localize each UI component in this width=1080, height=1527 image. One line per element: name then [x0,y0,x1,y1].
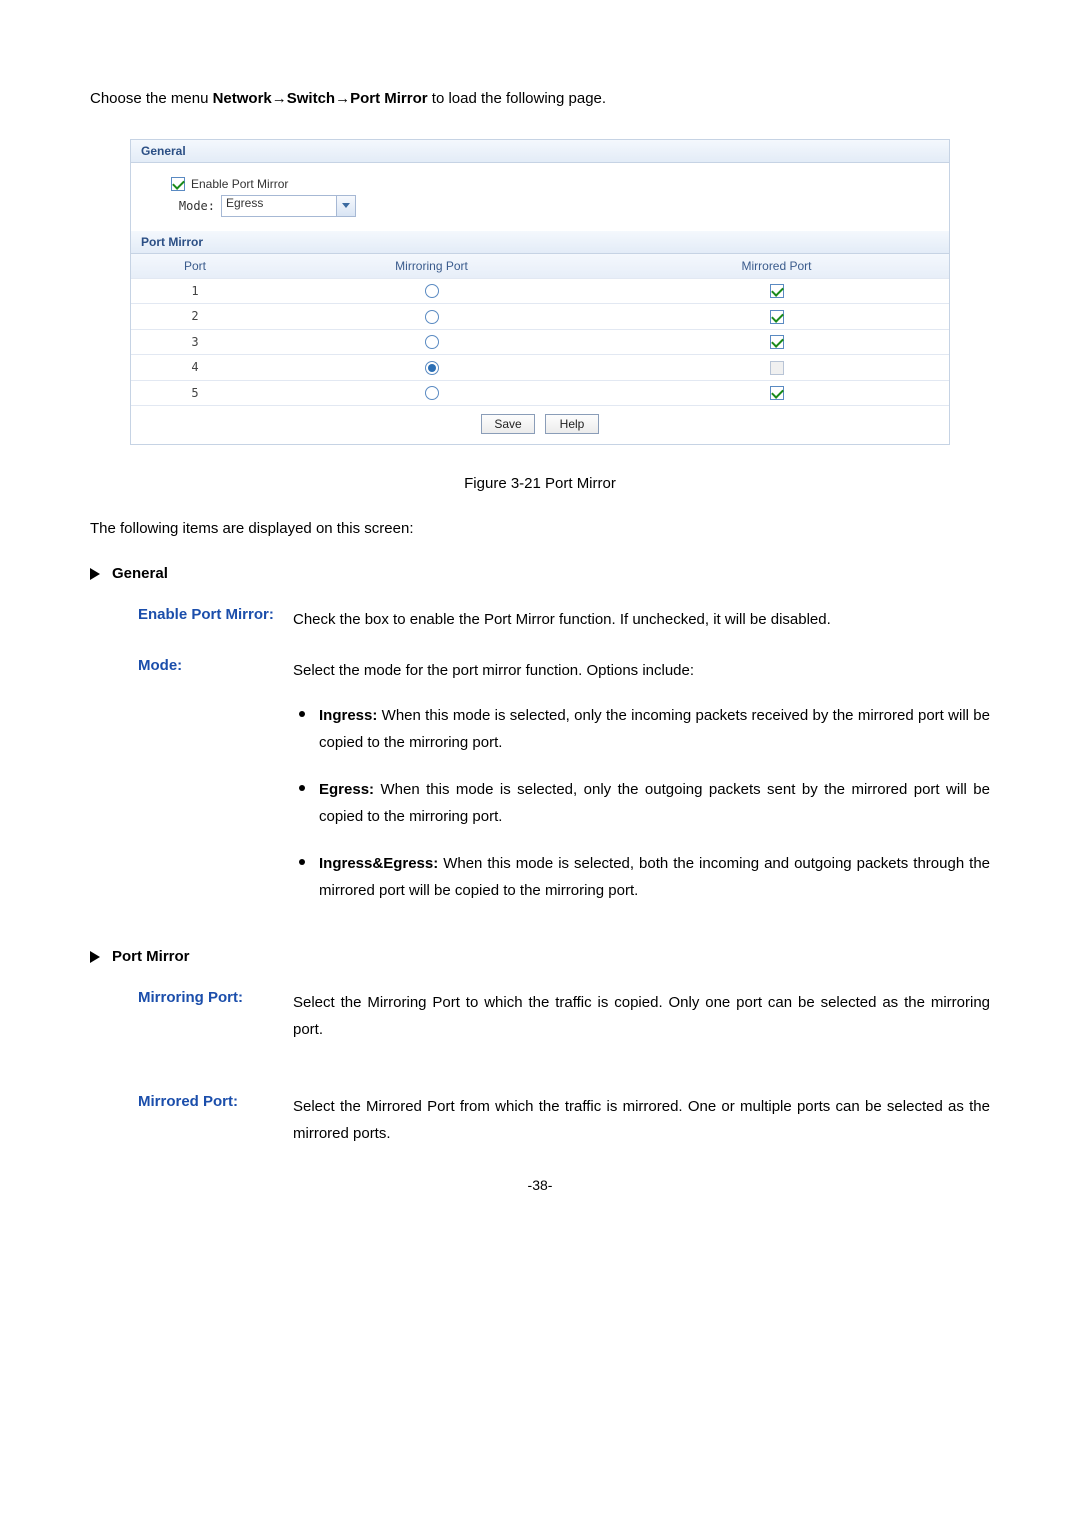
bullet-icon [299,711,305,717]
mirrored-port-checkbox [770,361,784,375]
mirroring-port-radio[interactable] [425,284,439,298]
page-number: -38- [90,1177,990,1193]
mirrored-port-checkbox[interactable] [770,386,784,400]
both-bold: Ingress&Egress: [319,855,438,872]
ingress-bold: Ingress: [319,707,377,724]
enable-port-mirror-label: Enable Port Mirror [191,177,288,191]
bullet-icon [299,785,305,791]
bullet-icon [299,859,305,865]
egress-text: When this mode is selected, only the out… [319,781,990,825]
menu-path-instruction: Choose the menu Network→Switch→Port Mirr… [90,88,990,111]
general-panel-header: General [131,140,949,163]
table-row: 1 [131,279,949,305]
ingress-text: When this mode is selected, only the inc… [319,707,990,751]
mirrored-port-cell [604,330,949,355]
section-port-mirror: Port Mirror [90,948,990,965]
def-label-mirroring-port: Mirroring Port: [138,989,293,1043]
def-body-mirrored-port: Select the Mirrored Port from which the … [293,1093,990,1147]
def-label-mirrored-port: Mirrored Port: [138,1093,293,1147]
mirroring-port-cell [259,355,604,380]
mirrored-port-checkbox[interactable] [770,310,784,324]
port-cell: 1 [131,279,259,303]
section-general: General [90,565,990,582]
mode-dropdown-button[interactable] [336,195,356,217]
def-label-enable: Enable Port Mirror: [138,606,293,633]
table-row: 5 [131,381,949,407]
port-cell: 5 [131,381,259,405]
col-header-port: Port [131,254,259,278]
mode-option-ingress: Ingress: When this mode is selected, onl… [293,702,990,756]
mode-label: Mode: [171,199,215,213]
mirroring-port-radio[interactable] [425,335,439,349]
mode-select[interactable]: Egress [221,195,337,217]
arrow-right-icon [90,951,100,963]
col-header-mirrored: Mirrored Port [604,254,949,278]
config-panel: General Enable Port Mirror Mode: Egress … [130,139,950,446]
mirroring-port-radio[interactable] [425,386,439,400]
def-label-mode: Mode: [138,657,293,924]
table-row: 3 [131,330,949,356]
table-row: 2 [131,304,949,330]
def-body-mirroring-port: Select the Mirroring Port to which the t… [293,989,990,1043]
intro-suffix: to load the following page. [428,90,606,107]
mirroring-port-cell [259,279,604,304]
mode-option-egress: Egress: When this mode is selected, only… [293,776,990,830]
port-cell: 4 [131,355,259,379]
port-mirror-table: Port Mirroring Port Mirrored Port 12345 [131,254,949,407]
port-cell: 3 [131,330,259,354]
help-button[interactable]: Help [545,414,599,434]
mirroring-port-cell [259,381,604,406]
table-header-row: Port Mirroring Port Mirrored Port [131,254,949,279]
mirroring-port-cell [259,304,604,329]
enable-port-mirror-checkbox[interactable] [171,177,185,191]
config-panel-figure: General Enable Port Mirror Mode: Egress … [130,139,950,446]
intro-prefix: Choose the menu [90,90,213,107]
table-row: 4 [131,355,949,381]
items-intro: The following items are displayed on thi… [90,520,990,537]
mirrored-port-cell [604,304,949,329]
mirrored-port-checkbox[interactable] [770,284,784,298]
mirroring-port-cell [259,330,604,355]
col-header-mirroring: Mirroring Port [259,254,604,278]
chevron-down-icon [342,203,350,208]
mirrored-port-cell [604,355,949,380]
mirrored-port-cell [604,381,949,406]
mirrored-port-cell [604,279,949,304]
mirrored-port-checkbox[interactable] [770,335,784,349]
section-general-title: General [112,565,168,582]
intro-path: Network→Switch→Port Mirror [213,90,428,107]
arrow-right-icon [90,568,100,580]
egress-bold: Egress: [319,781,374,798]
mirroring-port-radio[interactable] [425,361,439,375]
mode-desc: Select the mode for the port mirror func… [293,662,694,679]
save-button[interactable]: Save [481,414,535,434]
mirroring-port-radio[interactable] [425,310,439,324]
mode-option-both: Ingress&Egress: When this mode is select… [293,850,990,904]
def-body-mode: Select the mode for the port mirror func… [293,657,990,924]
section-port-mirror-title: Port Mirror [112,948,190,965]
port-cell: 2 [131,304,259,328]
def-body-enable: Check the box to enable the Port Mirror … [293,606,990,633]
port-mirror-panel-header: Port Mirror [131,231,949,254]
figure-caption: Figure 3-21 Port Mirror [90,475,990,492]
